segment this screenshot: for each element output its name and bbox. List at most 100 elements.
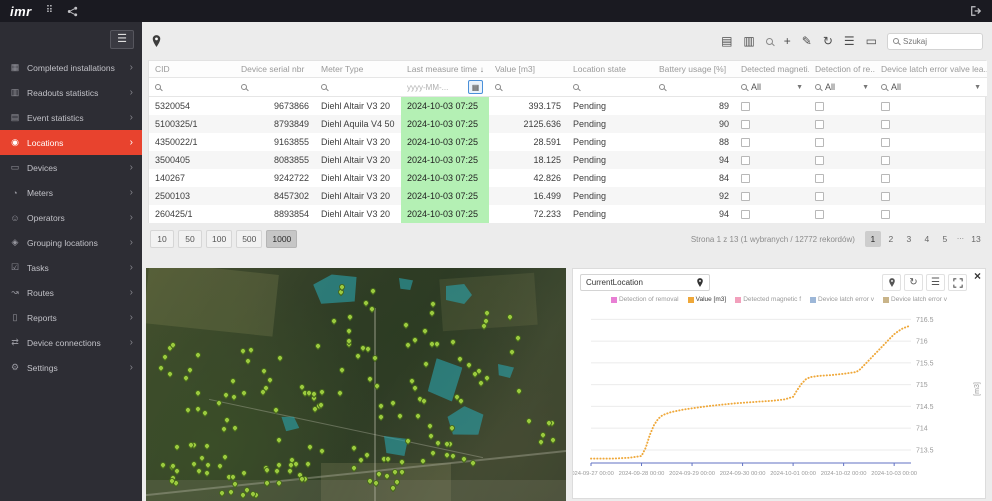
map-pin-marker[interactable]	[238, 347, 246, 355]
page-button-5[interactable]: 5	[937, 231, 953, 247]
map-pin-marker[interactable]	[229, 377, 237, 385]
sidebar-item-operators[interactable]: ☺Operators›	[0, 205, 142, 230]
map-pin-marker[interactable]	[420, 396, 428, 404]
table-row[interactable]: 5100325/18793849Diehl Aquila V4 502024-1…	[149, 115, 985, 133]
map-pin-marker[interactable]	[335, 389, 343, 397]
map-pin-marker[interactable]	[350, 444, 358, 452]
map-pin-marker[interactable]	[548, 435, 556, 443]
filter-cell-detection-of-re[interactable]: All▼	[809, 78, 875, 97]
map-pin-marker[interactable]	[402, 321, 410, 329]
table-row[interactable]: 1402679242722Diehl Altair V3 202024-10-0…	[149, 169, 985, 187]
edit-button[interactable]: ✎	[802, 35, 812, 47]
page-button-2[interactable]: 2	[883, 231, 899, 247]
map-pin-marker[interactable]	[265, 376, 273, 384]
map-pin-marker[interactable]	[276, 354, 284, 362]
row-checkbox[interactable]	[815, 174, 824, 183]
sidebar-item-reports[interactable]: ▯Reports›	[0, 305, 142, 330]
sidebar-item-routes[interactable]: ↝Routes›	[0, 280, 142, 305]
filter-cell-battery-usage[interactable]	[653, 78, 735, 97]
apps-grid-icon[interactable]: ⠿	[46, 6, 53, 16]
map-pin-marker[interactable]	[166, 370, 174, 378]
map-pin-marker[interactable]	[449, 338, 457, 346]
map-pin-marker[interactable]	[363, 451, 371, 459]
map-pin-marker[interactable]	[286, 467, 294, 475]
expand-button[interactable]	[948, 274, 967, 291]
map-pin-marker[interactable]	[203, 469, 211, 477]
page-button-3[interactable]: 3	[901, 231, 917, 247]
filter-cell-cid[interactable]	[149, 78, 235, 97]
map-pin-marker[interactable]	[354, 351, 362, 359]
map-pin-marker[interactable]	[221, 453, 229, 461]
map-pin-marker[interactable]	[514, 334, 522, 342]
map-pin-marker[interactable]	[508, 348, 516, 356]
map-pin-marker[interactable]	[515, 387, 523, 395]
filter-cell-location-state[interactable]	[567, 78, 653, 97]
refresh-button[interactable]: ↻	[823, 35, 833, 47]
meter-value-chart[interactable]: 713.5714714.5715715.5716716.52024-09-27 …	[573, 307, 983, 497]
row-checkbox[interactable]	[741, 156, 750, 165]
list-options-button[interactable]: ☰	[844, 35, 855, 47]
close-icon[interactable]: ×	[974, 270, 981, 282]
map-pin-marker[interactable]	[344, 327, 352, 335]
map-pin-marker[interactable]	[240, 469, 248, 477]
location-select[interactable]: CurrentLocation	[580, 274, 710, 291]
row-checkbox[interactable]	[881, 102, 890, 111]
row-checkbox[interactable]	[741, 102, 750, 111]
export-file-button[interactable]: ▤	[721, 35, 732, 47]
map-pin-marker[interactable]	[476, 379, 484, 387]
map-pin-marker[interactable]	[303, 460, 311, 468]
sidebar-item-settings[interactable]: ⚙Settings›	[0, 355, 142, 380]
map-pin-marker[interactable]	[422, 359, 430, 367]
map-pin-marker[interactable]	[275, 435, 283, 443]
table-row[interactable]: 260425/18893854Diehl Altair V3 202024-10…	[149, 205, 985, 223]
filter-cell-last-measure-time[interactable]: yyyy-MM-...▦	[401, 78, 489, 97]
map-pin-marker[interactable]	[240, 388, 248, 396]
page-size-10[interactable]: 10	[150, 230, 174, 248]
map-pin-marker[interactable]	[411, 336, 419, 344]
map-pin-marker[interactable]	[229, 393, 237, 401]
page-size-500[interactable]: 500	[236, 230, 262, 248]
map-pin-marker[interactable]	[220, 425, 228, 433]
sidebar-item-locations[interactable]: ◉Locations›	[0, 130, 142, 155]
page-button-13[interactable]: 13	[968, 231, 984, 247]
map-pin-marker[interactable]	[465, 361, 473, 369]
export-report-button[interactable]: ▥	[743, 35, 754, 47]
map-pin-marker[interactable]	[202, 442, 210, 450]
map-pin-marker[interactable]	[190, 459, 198, 467]
map-pin-marker[interactable]	[194, 467, 202, 475]
map-pin-marker[interactable]	[389, 399, 397, 407]
row-checkbox[interactable]	[881, 174, 890, 183]
map-pin-marker[interactable]	[426, 432, 434, 440]
legend-item-detection-of-removal[interactable]: Detection of removal	[611, 296, 679, 303]
map-pin-marker[interactable]	[246, 346, 254, 354]
map-pin-marker[interactable]	[404, 341, 412, 349]
map-pin-marker[interactable]	[204, 461, 212, 469]
tag-button[interactable]: ▭	[866, 35, 877, 47]
map-pin-marker[interactable]	[230, 424, 238, 432]
map-pin-marker[interactable]	[186, 366, 194, 374]
map-pin-marker[interactable]	[429, 449, 437, 457]
column-header-detected-magneti[interactable]: Detected magneti...	[735, 61, 809, 78]
map-pin-marker[interactable]	[329, 316, 337, 324]
filter-cell-device-latch-error-valve-lea[interactable]: All▼	[875, 78, 987, 97]
map-pin-marker[interactable]	[428, 309, 436, 317]
map-pin-marker[interactable]	[413, 412, 421, 420]
table-row[interactable]: 4350022/19163855Diehl Altair V3 202024-1…	[149, 133, 985, 151]
row-checkbox[interactable]	[815, 210, 824, 219]
row-checkbox[interactable]	[741, 192, 750, 201]
row-checkbox[interactable]	[741, 174, 750, 183]
map-pin-marker[interactable]	[157, 364, 165, 372]
sidebar-collapse-button[interactable]: ☰	[110, 30, 134, 49]
share-icon[interactable]	[67, 6, 78, 17]
filter-cell-detected-magneti[interactable]: All▼	[735, 78, 809, 97]
map-pin-marker[interactable]	[538, 430, 546, 438]
column-header-last-measure-time[interactable]: Last measure time↓	[401, 61, 489, 78]
map-pin-marker[interactable]	[426, 422, 434, 430]
map-pin-marker[interactable]	[259, 388, 267, 396]
map-pin-marker[interactable]	[421, 327, 429, 335]
row-checkbox[interactable]	[881, 120, 890, 129]
map-pin-marker[interactable]	[314, 341, 322, 349]
page-button-4[interactable]: 4	[919, 231, 935, 247]
map-pin-marker[interactable]	[160, 353, 168, 361]
map-pin-marker[interactable]	[346, 313, 354, 321]
